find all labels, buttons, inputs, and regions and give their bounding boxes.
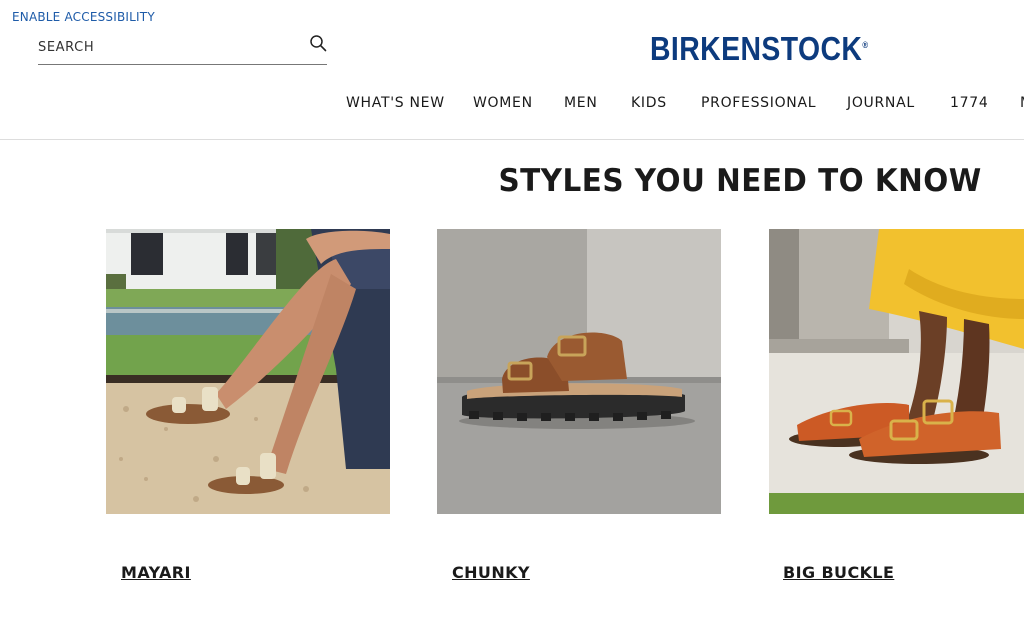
nav-item-1774[interactable]: 1774 [950,95,988,111]
search-input[interactable] [38,36,298,58]
section-title: STYLES YOU NEED TO KNOW [498,163,982,199]
site-header: ENABLE ACCESSIBILITY BIRKENSTOCK® WHAT'S… [0,0,1024,140]
card-link-big-buckle[interactable]: BIG BUCKLE [783,563,894,582]
birkenstock-logo[interactable]: BIRKENSTOCK® [650,30,868,68]
nav-item-women[interactable]: WOMEN [473,95,533,111]
big-buckle-image [769,229,1024,514]
product-card-chunky[interactable] [437,229,721,514]
nav-item-whats-new[interactable]: WHAT'S NEW [346,95,445,111]
nav-item-kids[interactable]: KIDS [631,95,667,111]
logo-text: BIRKENSTOCK [650,30,863,67]
nav-item-professional[interactable]: PROFESSIONAL [701,95,816,111]
enable-accessibility-link[interactable]: ENABLE ACCESSIBILITY [12,10,155,24]
nav-item-more[interactable]: M [1020,95,1024,111]
nav-item-men[interactable]: MEN [564,95,598,111]
card-link-chunky[interactable]: CHUNKY [452,563,530,582]
search-bar [38,32,327,65]
product-card-big-buckle[interactable] [769,229,1024,514]
nav-item-journal[interactable]: JOURNAL [847,95,915,111]
search-icon[interactable] [309,34,327,52]
chunky-image [437,229,721,514]
registered-mark: ® [862,40,869,50]
product-card-mayari[interactable] [106,229,390,514]
card-link-mayari[interactable]: MAYARI [121,563,191,582]
mayari-image [106,229,390,514]
